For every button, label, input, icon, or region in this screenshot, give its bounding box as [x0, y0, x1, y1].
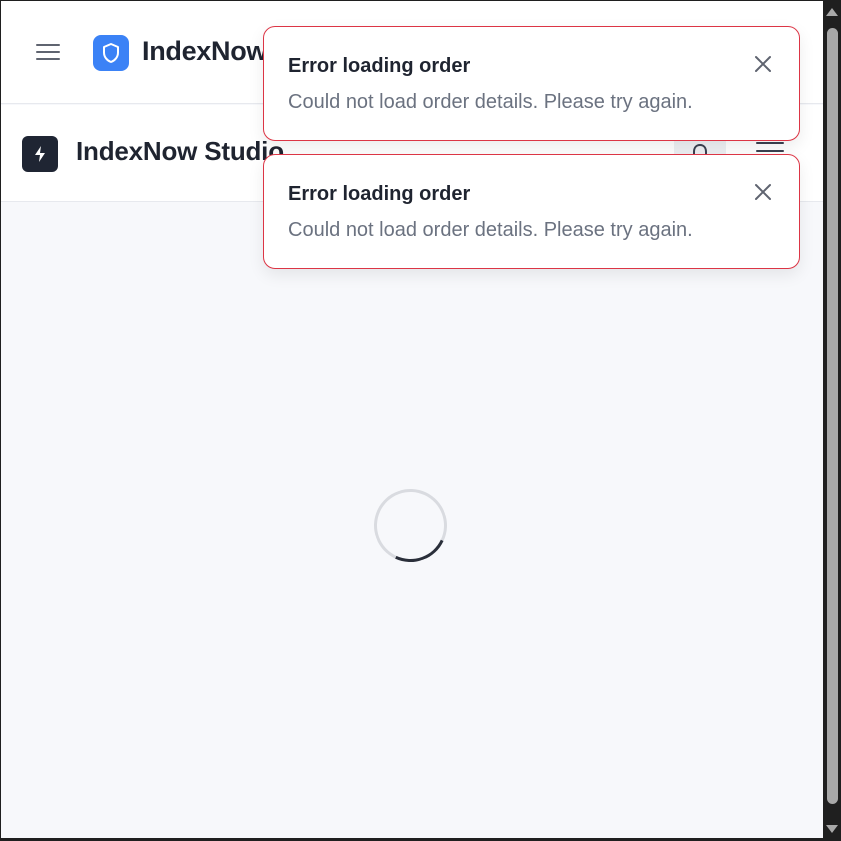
error-toast: Error loading order Could not load order…: [263, 154, 800, 269]
menu-line: [756, 150, 784, 152]
brand-name[interactable]: IndexNow: [142, 36, 267, 67]
scrollbar-thumb[interactable]: [827, 28, 838, 804]
toast-message: Could not load order details. Please try…: [288, 91, 693, 113]
sidebar-toggle-button[interactable]: [36, 42, 61, 62]
hamburger-line: [36, 44, 60, 46]
toast-title: Error loading order: [288, 55, 471, 77]
scroll-down-arrow-icon[interactable]: [826, 825, 838, 833]
toast-message: Could not load order details. Please try…: [288, 219, 693, 241]
vertical-scrollbar[interactable]: [823, 0, 841, 841]
close-icon[interactable]: [751, 180, 775, 204]
hamburger-line: [36, 51, 60, 53]
hamburger-line: [36, 58, 60, 60]
lightning-bolt-icon: [22, 136, 58, 172]
shield-icon[interactable]: [93, 35, 129, 71]
loading-spinner: [363, 478, 458, 573]
error-toast: Error loading order Could not load order…: [263, 26, 800, 141]
app-viewport: IndexNow IndexNow Studio Error loading o…: [1, 1, 823, 838]
scroll-up-arrow-icon[interactable]: [826, 8, 838, 16]
close-icon[interactable]: [751, 52, 775, 76]
menu-line: [756, 142, 784, 144]
toast-title: Error loading order: [288, 183, 471, 205]
studio-title: IndexNow Studio: [76, 136, 284, 166]
